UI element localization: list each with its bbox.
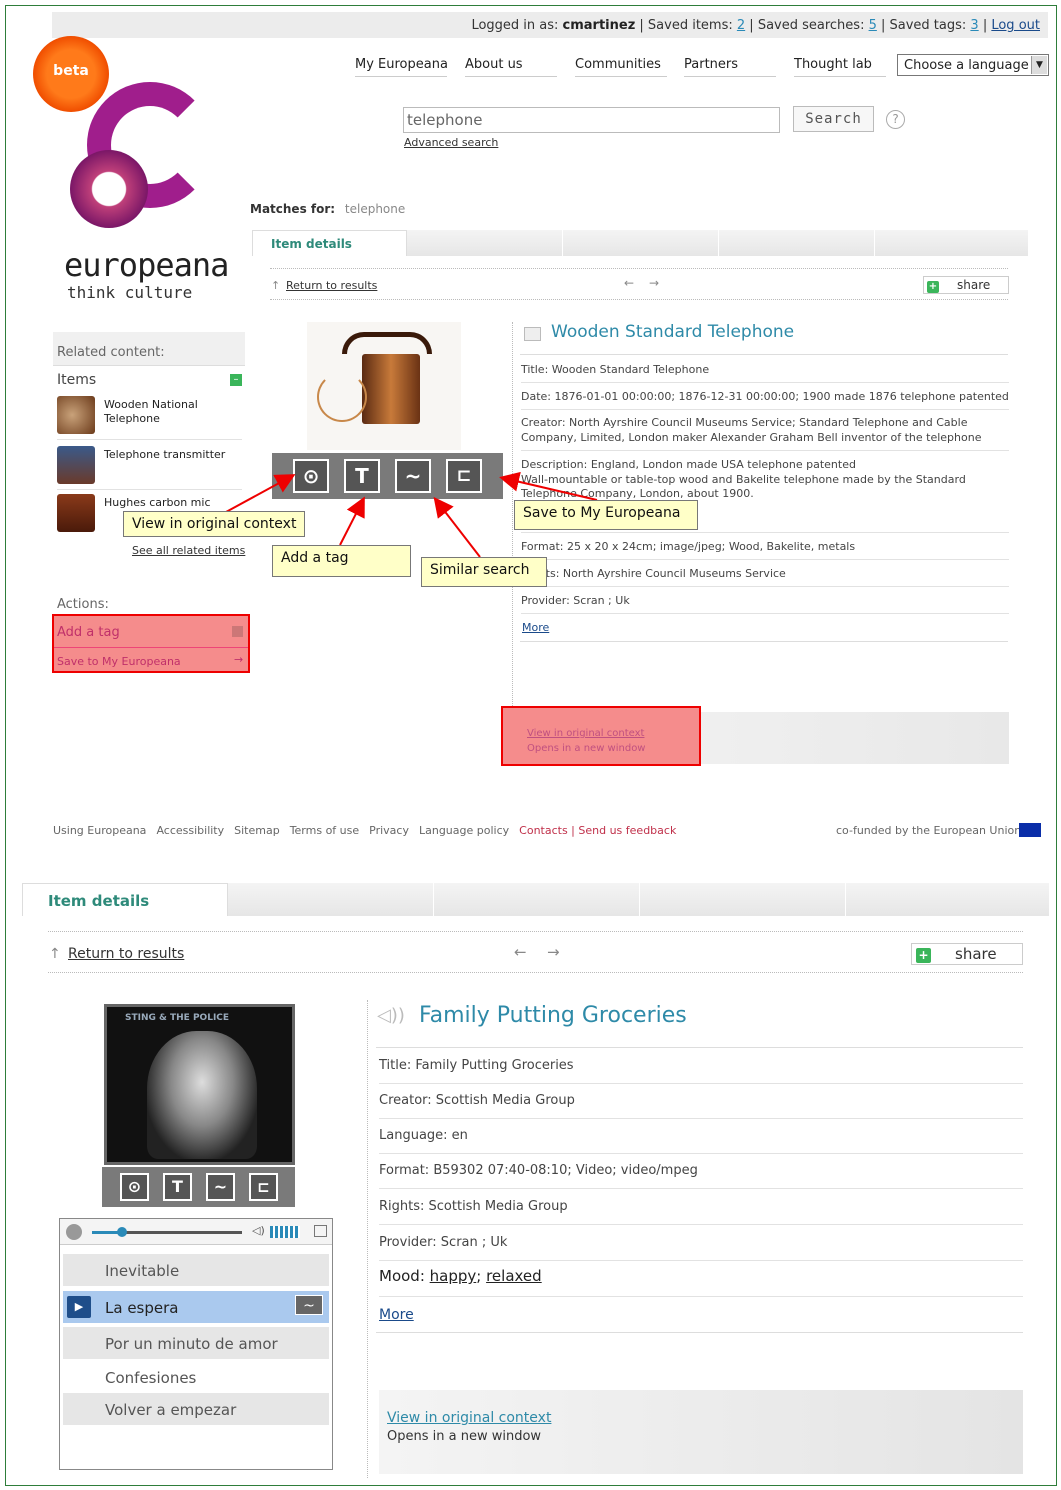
annotation-arrows [225,471,598,558]
mood-label: Mood: [379,1267,430,1285]
playlist-track[interactable]: La espera ▶ ~ [63,1291,329,1323]
field-language: Language: en [379,1128,1023,1154]
cover-text: STING & THE POLICE [125,1013,230,1023]
field-title: Title: Family Putting Groceries [379,1058,1023,1084]
field-provider: Provider: Scran ; Uk [379,1235,1023,1261]
plus-icon: + [916,948,931,963]
audio-icon: ◁)) [377,1005,405,1026]
callout-view-original: View in original context [123,511,306,537]
play-icon[interactable]: ▶ [67,1296,91,1318]
add-tag-icon[interactable]: T [163,1173,192,1201]
mood-tag[interactable]: happy [430,1267,477,1285]
footer-link[interactable]: Sitemap [234,824,280,837]
playlist-track[interactable]: Inevitable [63,1254,329,1286]
footer-links: Using Europeana Accessibility Sitemap Terms… [53,824,676,837]
share-label: share [955,945,997,963]
divider [376,1332,1023,1333]
tab-empty[interactable] [846,883,1050,916]
next-arrow-icon[interactable]: → [547,943,560,961]
tab-empty[interactable] [640,883,846,916]
mood-tag[interactable]: relaxed [486,1267,542,1285]
field-format: Format: B59302 07:40-08:10; Video; video… [379,1163,1023,1189]
similar-search-icon[interactable]: ~ [206,1173,235,1201]
view-original-icon[interactable]: ⊙ [120,1173,149,1201]
column-divider [367,1000,368,1478]
volume-icon[interactable]: ◁) [252,1224,265,1237]
playlist-track[interactable]: Por un minuto de amor [63,1327,329,1359]
view-original-link[interactable]: View in original context [387,1410,551,1426]
eu-flag-icon [1019,823,1041,837]
callout-similar-search: Similar search [421,557,547,587]
playlist-track[interactable]: Confesiones [63,1361,329,1393]
more-link[interactable]: More [379,1307,414,1323]
prev-arrow-icon[interactable]: ← [514,943,527,961]
track-title: Confesiones [105,1369,197,1387]
contacts-feedback-link[interactable]: Contacts | Send us feedback [519,824,676,837]
callout-add-tag: Add a tag [272,545,411,577]
track-title: La espera [105,1299,179,1317]
volume-level[interactable] [270,1226,300,1238]
field-creator: Creator: Scottish Media Group [379,1093,1023,1119]
original-context-panel: View in original context Opens in a new … [379,1390,1023,1474]
divider [48,931,1023,932]
playlist-track[interactable]: Volver a empezar [63,1393,329,1425]
footer-link[interactable]: Using Europeana [53,824,146,837]
media-player: ◁) Inevitable La espera ▶ ~ Por un minuto de… [59,1218,333,1470]
footer-link[interactable]: Privacy [369,824,409,837]
save-folder-icon[interactable]: ⊏ [249,1173,278,1201]
track-title: Por un minuto de amor [105,1335,278,1353]
item-title: Family Putting Groceries [419,1003,687,1028]
progress-track[interactable] [92,1227,242,1237]
footer-link[interactable]: Language policy [419,824,509,837]
tab-empty[interactable] [228,883,434,916]
field-mood: Mood: happy; relaxed [379,1267,1023,1297]
item-tabs: Item details [22,883,1050,916]
progress-knob[interactable] [117,1227,127,1237]
track-title: Volver a empezar [105,1401,237,1419]
divider [48,972,1023,973]
callout-save-to-my-europeana: Save to My Europeana [514,500,698,530]
divider [376,1047,1023,1048]
mood-separator: ; [476,1267,487,1285]
footer-link[interactable]: Accessibility [156,824,224,837]
footer-link[interactable]: Terms of use [290,824,359,837]
up-arrow-icon: ↑ [49,946,61,962]
tab-empty[interactable] [434,883,640,916]
item-image[interactable]: STING & THE POLICE [104,1004,295,1165]
item-toolbar: ⊙ T ~ ⊏ [102,1167,295,1207]
return-to-results-link[interactable]: Return to results [68,946,184,962]
opens-new-window-note: Opens in a new window [387,1429,542,1444]
share-button[interactable]: + share [911,943,1023,965]
eu-funding: co-funded by the European Union [836,824,1021,837]
tab-item-details[interactable]: Item details [22,883,228,916]
similar-search-icon[interactable]: ~ [295,1295,323,1315]
eu-funding-text: co-funded by the European Union [836,824,1022,837]
track-title: Inevitable [105,1262,180,1280]
cover-portrait [147,1031,257,1159]
field-rights: Rights: Scottish Media Group [379,1199,1023,1225]
pause-icon[interactable] [66,1224,82,1240]
fullscreen-icon[interactable] [314,1225,327,1237]
